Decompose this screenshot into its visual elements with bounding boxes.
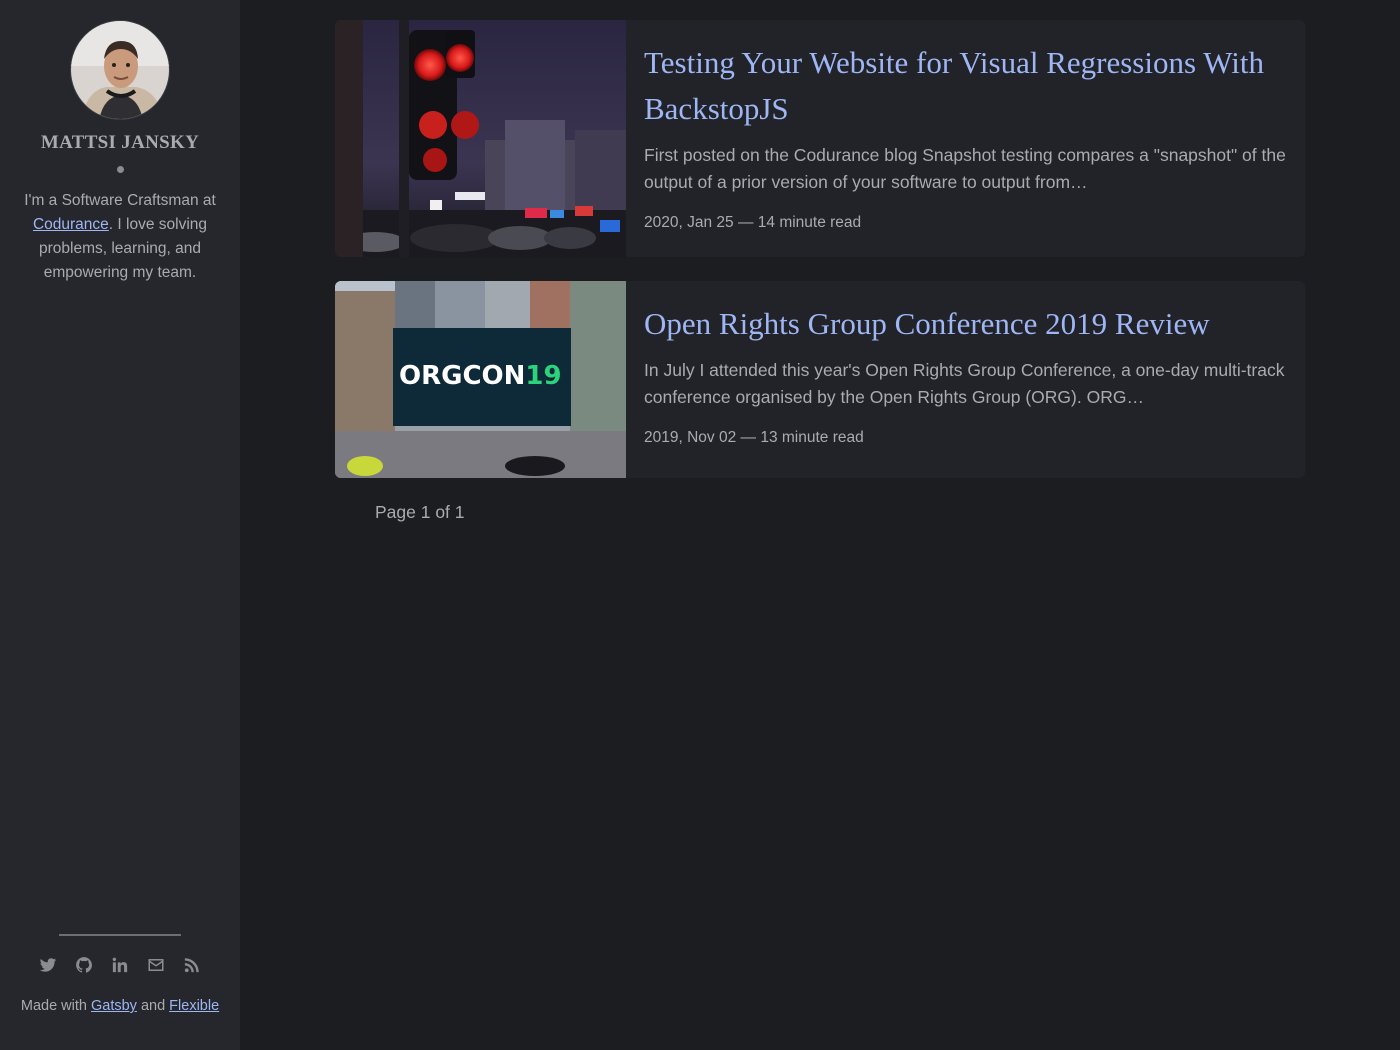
orgcon-image: ORGCON19 <box>335 281 626 478</box>
footer-divider <box>59 934 181 936</box>
author-bio: I'm a Software Craftsman at Codurance. I… <box>22 189 218 285</box>
meta-separator: — <box>736 429 761 446</box>
pagination-label: Page 1 of 1 <box>375 502 465 522</box>
post-read-time: 14 minute read <box>757 214 862 231</box>
twitter-icon[interactable] <box>39 956 57 974</box>
post-title[interactable]: Open Rights Group Conference 2019 Review <box>644 301 1287 347</box>
post-thumbnail[interactable]: ORGCON19 <box>335 281 626 478</box>
post-meta: 2020, Jan 25 — 14 minute read <box>644 214 1287 232</box>
meta-separator: — <box>733 214 758 231</box>
made-with-credit: Made with Gatsby and Flexible <box>0 998 240 1014</box>
mail-icon[interactable] <box>147 956 165 974</box>
post-card[interactable]: ORGCON19 Open Rights Group Conference 20… <box>335 281 1305 478</box>
post-read-time: 13 minute read <box>760 429 864 446</box>
author-name[interactable]: Mattsi Jansky <box>0 132 240 154</box>
social-links <box>0 956 240 974</box>
traffic-light-image <box>335 20 626 257</box>
sidebar: Mattsi Jansky I'm a Software Craftsman a… <box>0 0 240 1050</box>
post-date: 2019, Nov 02 <box>644 429 737 446</box>
post-card[interactable]: Testing Your Website for Visual Regressi… <box>335 20 1305 257</box>
avatar-image <box>71 21 169 119</box>
linkedin-icon[interactable] <box>111 956 129 974</box>
github-icon[interactable] <box>75 956 93 974</box>
sidebar-footer: Made with Gatsby and Flexible <box>0 934 240 1014</box>
flexible-link[interactable]: Flexible <box>169 998 219 1014</box>
and-text: and <box>136 998 170 1014</box>
orgcon-logo-text: ORGCON19 <box>399 361 562 391</box>
post-body: Testing Your Website for Visual Regressi… <box>626 20 1305 257</box>
post-excerpt: In July I attended this year's Open Righ… <box>644 360 1285 407</box>
post-date: 2020, Jan 25 <box>644 214 734 231</box>
separator-dot <box>116 166 124 173</box>
rss-icon[interactable] <box>183 956 201 974</box>
avatar[interactable] <box>70 20 170 120</box>
post-list: Testing Your Website for Visual Regressi… <box>335 20 1305 523</box>
post-title[interactable]: Testing Your Website for Visual Regressi… <box>644 40 1287 132</box>
made-with-prefix: Made with <box>20 998 91 1014</box>
bio-prefix: I'm a Software Craftsman at <box>24 192 216 209</box>
post-thumbnail[interactable] <box>335 20 626 257</box>
post-excerpt: First posted on the Codurance blog Snaps… <box>644 145 1286 192</box>
codurance-link[interactable]: Codurance <box>33 216 109 233</box>
gatsby-link[interactable]: Gatsby <box>91 998 137 1014</box>
post-body: Open Rights Group Conference 2019 Review… <box>626 281 1305 478</box>
post-meta: 2019, Nov 02 — 13 minute read <box>644 429 1287 447</box>
